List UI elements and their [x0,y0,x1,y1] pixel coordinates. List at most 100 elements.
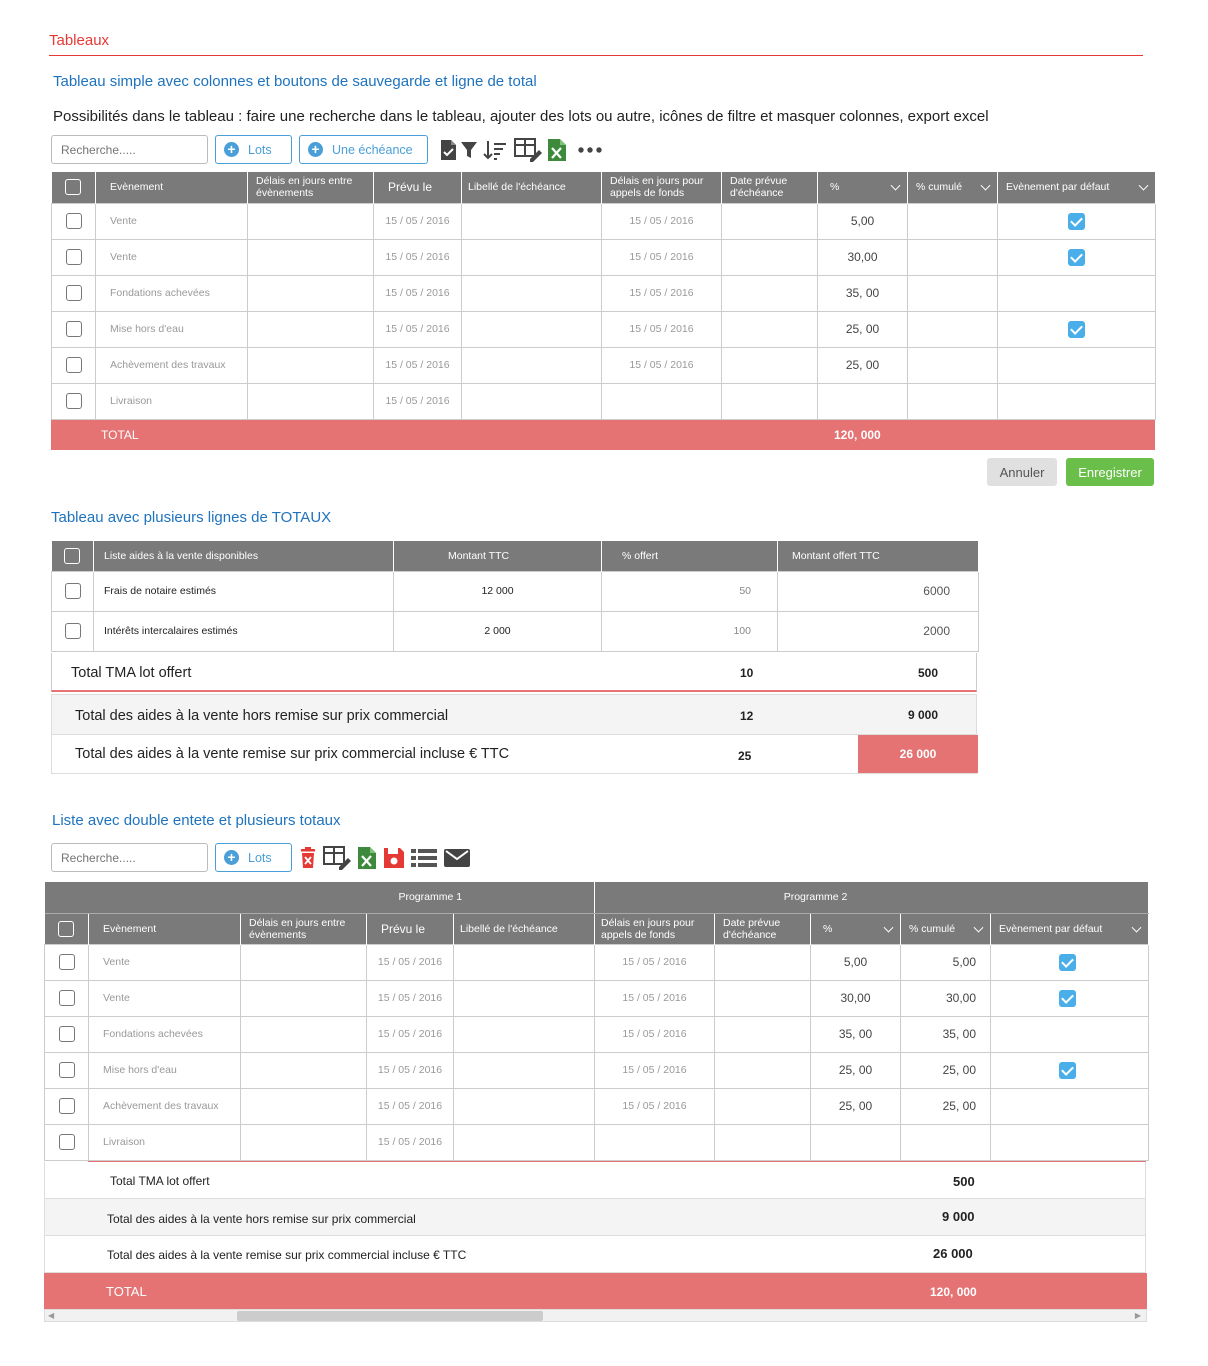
chevron-down-icon[interactable] [883,922,894,933]
row-checkbox[interactable] [65,357,82,373]
table-row[interactable]: Frais de notaire estimés 12 000 50 6000 [51,570,979,612]
cell-prevu: 15 / 05 / 2016 [366,943,454,981]
chevron-down-icon[interactable] [1138,180,1149,191]
header-prevu[interactable]: Prévu le [373,172,462,203]
select-all-checkbox[interactable] [64,547,81,564]
header-evenement[interactable]: Evènement [88,913,241,944]
table-row[interactable]: Achèvement des travaux 15 / 05 / 2016 15 /… [44,1087,1150,1125]
add-lots-button[interactable]: + Lots [215,135,292,164]
header-offert[interactable]: % offert [601,541,778,571]
table-row[interactable]: Achèvement des travaux 15 / 05 / 2016 15 /… [51,346,1156,384]
row-checkbox[interactable] [64,623,81,639]
cell-date-prevue [714,979,811,1017]
cell-prevu: 15 / 05 / 2016 [366,1087,454,1125]
row-checkbox[interactable] [58,990,75,1006]
chevron-down-icon[interactable] [890,180,901,191]
horizontal-scrollbar[interactable]: ◀ ▶ [44,1309,1147,1322]
default-checkbox-checked[interactable] [1068,248,1085,266]
header-delais-appels[interactable]: Délais en jours pour appels de fonds [601,172,722,203]
header-date-prevue[interactable]: Date prévue d'échéance [714,913,811,944]
header-libelle[interactable]: Libellé de l'échéance [461,172,602,203]
header-delais[interactable]: Délais en jours entre évènements [240,913,367,944]
header-montant-offert[interactable]: Montant offert TTC [777,541,979,571]
default-checkbox-checked[interactable] [1068,212,1085,230]
header-pct-label: % [830,181,840,194]
row-checkbox[interactable] [58,1062,75,1078]
table-row[interactable]: Mise hors d'eau 15 / 05 / 2016 15 / 05 / 2… [44,1051,1150,1089]
header-montant[interactable]: Montant TTC [393,541,602,571]
default-checkbox-checked[interactable] [1059,1061,1076,1079]
header-evt-defaut[interactable]: Evènement par défaut [997,172,1156,203]
delete-icon[interactable] [298,845,318,871]
mail-icon[interactable] [443,846,471,870]
excel-export-icon[interactable] [356,845,378,871]
cell-pct-cumule: 25, 00 [900,1087,991,1125]
floppy-save-icon[interactable] [382,846,406,870]
row-checkbox[interactable] [65,285,82,301]
total-hors-remise-label: Total des aides à la vente hors remise s… [75,708,449,724]
table-row[interactable]: Fondations achevées 15 / 05 / 2016 15 / 05… [51,274,1156,312]
select-all-checkbox[interactable] [58,920,75,937]
chevron-down-icon[interactable] [973,922,984,933]
header-pct-cumule[interactable]: % cumulé [907,172,998,203]
table-row[interactable]: Vente 15 / 05 / 2016 15 / 05 / 2016 5,00 [51,202,1156,240]
row-checkbox[interactable] [64,583,81,599]
default-checkbox-checked[interactable] [1068,320,1085,338]
row-checkbox[interactable] [58,1026,75,1042]
header-pct-cumule[interactable]: % cumulé [900,913,991,944]
header-libelle[interactable]: Libellé de l'échéance [453,913,595,944]
table-row[interactable]: Livraison 15 / 05 / 2016 [51,382,1156,420]
table-row[interactable]: Livraison 15 / 05 / 2016 [44,1123,1150,1161]
header-prevu[interactable]: Prévu le [366,913,454,944]
filter-icon[interactable] [459,138,479,162]
row-checkbox[interactable] [65,393,82,409]
header-delais-appels[interactable]: Délais en jours pour appels de fonds [594,913,715,944]
row-checkbox[interactable] [65,249,82,265]
edit-columns-icon[interactable] [322,845,352,871]
excel-export-icon[interactable] [546,137,568,163]
document-check-icon[interactable] [438,138,458,162]
default-checkbox-checked[interactable] [1059,953,1076,971]
header-evt-defaut[interactable]: Evènement par défaut [990,913,1150,944]
header-pct[interactable]: % [817,172,908,203]
more-options-icon[interactable] [577,140,603,160]
table-row[interactable]: Fondations achevées 15 / 05 / 2016 15 / 05… [44,1015,1150,1053]
table1-search-input[interactable] [51,135,208,164]
header-delais[interactable]: Délais en jours entre évènements [247,172,374,203]
table-row[interactable]: Vente 15 / 05 / 2016 15 / 05 / 2016 30,00 30… [44,979,1150,1017]
row-checkbox[interactable] [58,1134,75,1150]
sort-icon[interactable] [482,138,508,162]
header-date-prevue[interactable]: Date prévue d'échéance [721,172,818,203]
scrollbar-thumb[interactable] [237,1311,543,1321]
cell-delais [247,274,374,312]
table1-total-value: 120, 000 [834,428,881,442]
row-checkbox[interactable] [58,954,75,970]
edit-columns-icon[interactable] [513,137,543,163]
table-row[interactable]: Vente 15 / 05 / 2016 15 / 05 / 2016 5,00 5,0… [44,943,1150,981]
scroll-left-icon[interactable]: ◀ [48,1311,54,1320]
chevron-down-icon[interactable] [1131,922,1142,933]
chevron-down-icon[interactable] [980,180,991,191]
scroll-right-icon[interactable]: ▶ [1135,1311,1141,1320]
add-lots-button[interactable]: + Lots [215,843,292,872]
row-checkbox[interactable] [65,213,82,229]
header-pct[interactable]: % [810,913,901,944]
select-all-checkbox[interactable] [65,179,82,196]
total-hors-remise-value: 9 000 [908,708,939,722]
cancel-button[interactable]: Annuler [987,458,1057,486]
table-row[interactable]: Intérêts intercalaires estimés 2 000 100 20… [51,610,979,652]
row-checkbox[interactable] [65,321,82,337]
header-liste[interactable]: Liste aides à la vente disponibles [93,541,394,571]
add-echeance-button[interactable]: + Une échéance [299,135,428,164]
table3-total-row: TOTAL 120, 000 [44,1273,1147,1309]
cell-prevu: 15 / 05 / 2016 [373,238,462,276]
table-row[interactable]: Vente 15 / 05 / 2016 15 / 05 / 2016 30,00 [51,238,1156,276]
save-button[interactable]: Enregistrer [1066,458,1154,486]
table-row[interactable]: Mise hors d'eau 15 / 05 / 2016 15 / 05 / 2… [51,310,1156,348]
list-view-icon[interactable] [410,846,438,870]
table3-search-input[interactable] [51,843,208,872]
default-checkbox-checked[interactable] [1059,989,1076,1007]
cell-aide-label: Frais de notaire estimés [93,570,394,612]
row-checkbox[interactable] [58,1098,75,1114]
header-evenement[interactable]: Evènement [95,172,248,203]
